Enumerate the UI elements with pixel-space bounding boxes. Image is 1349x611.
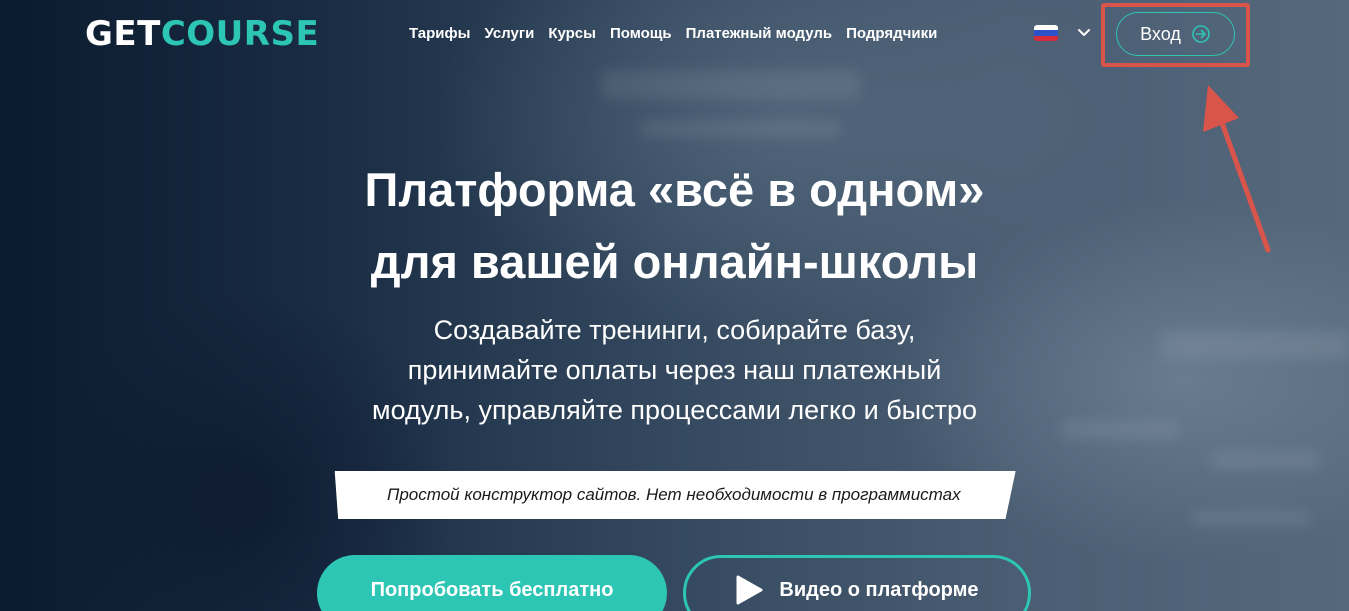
chevron-down-icon[interactable] — [1076, 24, 1092, 40]
video-platform-button-label: Видео о платформе — [779, 578, 979, 601]
try-free-button-label: Попробовать бесплатно — [370, 578, 614, 601]
try-free-button[interactable]: Попробовать бесплатно — [317, 555, 667, 611]
login-button-label: Вход — [1140, 23, 1181, 44]
arrow-right-circle-icon — [1192, 25, 1210, 43]
nav-item-tariffs[interactable]: Тарифы — [409, 24, 470, 44]
nav-item-payment-module[interactable]: Платежный модуль — [686, 24, 833, 44]
login-button[interactable]: Вход — [1116, 12, 1235, 56]
video-platform-button[interactable]: Видео о платформе — [683, 555, 1031, 611]
play-icon — [736, 575, 763, 605]
page-title-line-2: для вашей онлайн-школы — [370, 235, 979, 288]
hero-description: Создавайте тренинги, собирайте базу, при… — [0, 310, 1349, 430]
blurred-decoration — [1210, 450, 1320, 470]
logo[interactable]: GETCOURSE — [85, 14, 319, 54]
nav-item-contractors[interactable]: Подрядчики — [846, 24, 937, 44]
tagline-banner: Простой конструктор сайтов. Нет необходи… — [331, 471, 1015, 519]
nav-item-services[interactable]: Услуги — [484, 24, 534, 44]
logo-get: GET — [85, 14, 161, 54]
blurred-decoration — [1190, 510, 1310, 526]
blurred-decoration — [600, 70, 860, 100]
tagline-text: Простой конструктор сайтов. Нет необходи… — [386, 485, 961, 504]
hero-description-line-3: модуль, управляйте процессами легко и бы… — [372, 395, 977, 425]
nav-item-courses[interactable]: Курсы — [548, 24, 596, 44]
hero-background — [0, 0, 1349, 611]
logo-course: COURSE — [160, 14, 320, 54]
hero-description-line-2: принимайте оплаты через наш платежный — [407, 355, 942, 385]
nav-item-help[interactable]: Помощь — [610, 24, 672, 44]
main-nav: Тарифы Услуги Курсы Помощь Платежный мод… — [409, 24, 937, 44]
page-title-line-1: Платформа «всё в одном» — [364, 163, 985, 216]
russia-flag-icon[interactable] — [1034, 25, 1058, 41]
page-title: Платформа «всё в одном» для вашей онлайн… — [0, 154, 1349, 298]
hero-description-line-1: Создавайте тренинги, собирайте базу, — [433, 315, 916, 345]
blurred-decoration — [640, 120, 840, 138]
